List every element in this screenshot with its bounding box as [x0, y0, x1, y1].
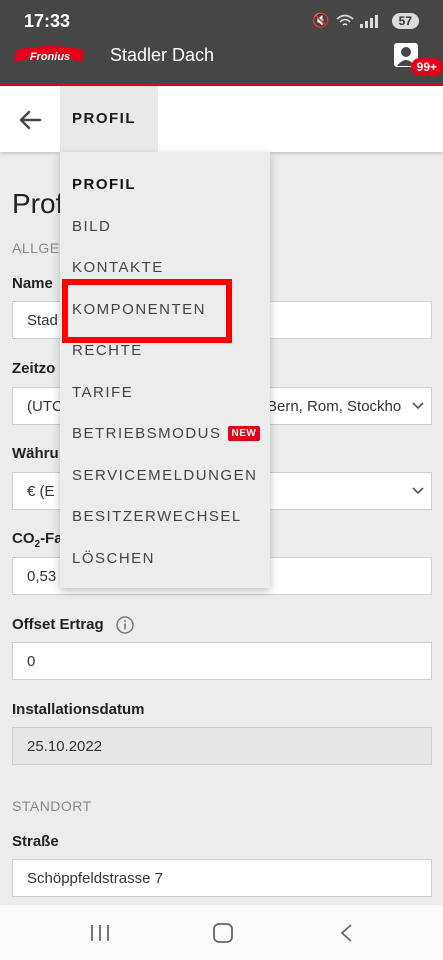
new-badge: NEW	[227, 426, 261, 441]
system-nav-bar	[0, 905, 443, 960]
menu-item-komponenten[interactable]: KOMPONENTEN	[72, 301, 206, 318]
menu-item-kontakte[interactable]: KONTAKTE	[72, 259, 164, 276]
menu-item-servicemeldungen[interactable]: SERVICEMELDUNGEN	[72, 467, 257, 484]
tab-bar: PROFIL	[0, 86, 443, 152]
svg-text:Fronius: Fronius	[30, 51, 70, 63]
app-title: Stadler Dach	[110, 45, 215, 65]
menu-item-label: KOMPONENTEN	[72, 301, 207, 318]
section-location-label: STANDORT	[12, 798, 92, 814]
recent-apps-icon[interactable]	[88, 923, 112, 943]
menu-item-label: BETRIEBSMODUS	[72, 425, 222, 442]
menu-item-bild[interactable]: BILD	[72, 218, 111, 235]
back-arrow-icon[interactable]	[16, 106, 44, 134]
menu-item-profil[interactable]: PROFIL	[72, 176, 136, 193]
tab-profil[interactable]: PROFIL	[60, 86, 158, 152]
tab-dropdown-menu: PROFIL BILD KONTAKTE KOMPONENTEN RECHTE …	[60, 152, 270, 588]
street-field[interactable]: Schöppfeldstrasse 7	[12, 859, 432, 897]
info-icon[interactable]	[116, 616, 134, 634]
install-date-value: 25.10.2022	[27, 738, 103, 755]
status-icons: 🔇 57	[312, 12, 419, 29]
notification-badge: 99+	[410, 58, 443, 76]
menu-item-besitzerwechsel[interactable]: BESITZERWECHSEL	[72, 508, 242, 525]
menu-item-label: BILD	[72, 218, 112, 235]
battery-indicator: 57	[391, 12, 419, 29]
menu-item-label: KONTAKTE	[72, 259, 164, 276]
tab-profil-label: PROFIL	[72, 110, 136, 127]
mute-icon: 🔇	[312, 12, 330, 28]
offset-field[interactable]: 0	[12, 642, 432, 680]
menu-item-label: SERVICEMELDUNGEN	[72, 467, 258, 484]
co2-label-prefix: CO	[12, 530, 35, 547]
street-label: Straße	[12, 833, 59, 850]
install-date-label: Installationsdatum	[12, 701, 145, 718]
co2-label: CO2-Fa	[12, 530, 63, 550]
currency-value: € (E	[27, 483, 55, 500]
chevron-down-icon	[412, 402, 424, 410]
offset-label: Offset Ertrag	[12, 616, 104, 633]
status-time: 17:33	[24, 11, 71, 31]
fronius-logo: Fronius	[14, 46, 84, 63]
menu-item-label: TARIFE	[72, 384, 134, 401]
menu-item-label: LÖSCHEN	[72, 550, 156, 567]
menu-item-tarife[interactable]: TARIFE	[72, 384, 133, 401]
app-bar: Fronius Stadler Dach 99+	[0, 42, 443, 86]
name-value: Stad	[27, 312, 58, 329]
name-label: Name	[12, 275, 53, 292]
timezone-value-right: Bern, Rom, Stockho	[267, 398, 402, 415]
offset-value: 0	[27, 653, 36, 670]
section-general-label: ALLGE	[12, 240, 60, 256]
menu-item-rechte[interactable]: RECHTE	[72, 342, 143, 359]
timezone-label: Zeitzo	[12, 360, 56, 377]
menu-item-betriebsmodus[interactable]: BETRIEBSMODUS NEW	[72, 425, 261, 442]
currency-label: Währu	[12, 445, 59, 462]
co2-value: 0,53	[27, 568, 57, 585]
back-nav-icon[interactable]	[336, 923, 360, 943]
signal-icon	[359, 14, 378, 28]
home-icon[interactable]	[211, 923, 235, 943]
menu-item-label: BESITZERWECHSEL	[72, 508, 242, 525]
chevron-down-icon	[412, 487, 424, 495]
menu-item-label: PROFIL	[72, 176, 136, 193]
wifi-icon	[336, 14, 354, 26]
install-date-field: 25.10.2022	[12, 727, 432, 765]
status-bar: 17:33 🔇 57	[0, 0, 443, 42]
menu-item-label: RECHTE	[72, 342, 143, 359]
street-value: Schöppfeldstrasse 7	[27, 870, 163, 887]
menu-item-loeschen[interactable]: LÖSCHEN	[72, 550, 155, 567]
timezone-value-left: (UTC	[27, 398, 63, 415]
page-title: Prof	[12, 188, 64, 219]
